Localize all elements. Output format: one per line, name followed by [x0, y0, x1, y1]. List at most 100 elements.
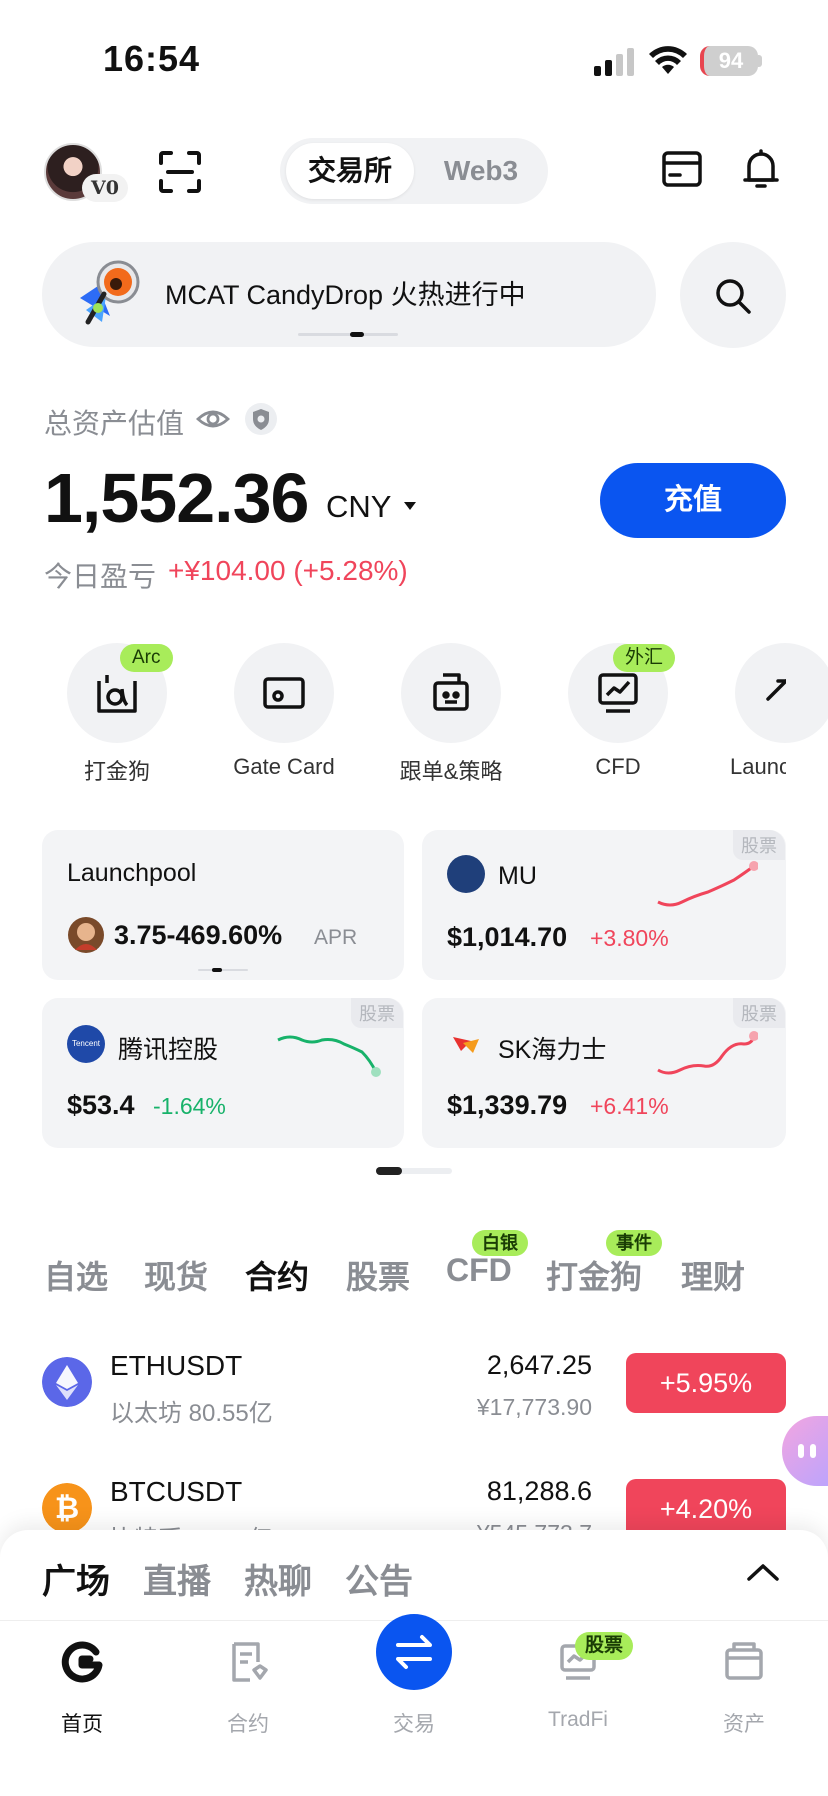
sparkline-tencent [277, 1035, 381, 1077]
launchpool-tile[interactable] [42, 830, 404, 980]
alpha-icon [97, 675, 137, 713]
banner-pagination [298, 332, 398, 337]
stock-name: 腾讯控股 [118, 1036, 219, 1064]
quick-action-tag-forex: 外汇 [613, 644, 676, 672]
candydrop-icon [80, 260, 140, 325]
last-price-cny: ¥545,773.7 [352, 1520, 592, 1530]
stock-change: -1.64% [153, 1093, 226, 1119]
card-icon [263, 677, 305, 709]
shield-icon[interactable] [244, 402, 278, 436]
last-price: 2,647.25 [486, 1350, 592, 1380]
pair-sub: 比特币 92.73亿 [110, 1519, 273, 1530]
pair-sub: 以太坊 80.55亿 [110, 1400, 273, 1427]
total-assets-label: 总资产估值 [44, 408, 185, 439]
sparkline-sk [657, 1031, 758, 1075]
launchpool-title: Launchpool [67, 859, 197, 887]
quick-action-label: 跟单&策略 [399, 759, 503, 784]
last-price-cny: ¥17,773.90 [476, 1394, 592, 1420]
quick-action-label: CFD [595, 754, 641, 779]
market-tab-alpha[interactable]: 打金狗 [546, 1252, 642, 1298]
robot-icon [433, 673, 469, 711]
stock-change: +6.41% [590, 1093, 669, 1119]
quick-action-label: Gate Card [233, 754, 335, 779]
chevron-up-icon[interactable] [746, 1562, 780, 1582]
market-row-btc[interactable]: ₿ BTCUSDT 比特币 92.73亿 81,288.6 ¥545,773.7… [0, 1466, 828, 1530]
token-avatar-icon [68, 917, 104, 953]
svg-text:₿: ₿ [55, 1491, 79, 1526]
nav-assets-label[interactable]: 资产 [684, 1708, 804, 1738]
market-tab-favorites[interactable]: 自选 [44, 1252, 108, 1298]
market-tab-stocks[interactable]: 股票 [346, 1252, 410, 1298]
battery-tip [758, 55, 762, 67]
sheet-tab-announcements[interactable]: 公告 [345, 1554, 413, 1603]
contract-icon[interactable] [226, 1640, 270, 1684]
market-tab-spot[interactable]: 现货 [144, 1252, 208, 1298]
scan-icon[interactable] [158, 150, 202, 194]
arrow-icon [766, 679, 786, 701]
nav-home-label[interactable]: 首页 [22, 1708, 142, 1738]
stock-price: $1,339.79 [447, 1090, 568, 1120]
stock-tag: 股票 [351, 998, 403, 1028]
stock-name: SK海力士 [498, 1036, 607, 1064]
eth-icon [42, 1357, 92, 1407]
total-assets-value: 1,552.36 [44, 459, 309, 537]
sk-logo-icon [453, 1037, 479, 1053]
tile-pagination [198, 968, 248, 972]
micron-logo-icon [447, 855, 485, 893]
home-icon[interactable] [60, 1640, 104, 1684]
change-badge[interactable]: +4.20% [626, 1479, 786, 1530]
change-badge[interactable]: +5.95% [626, 1353, 786, 1413]
btc-icon: ₿ [42, 1483, 92, 1530]
stock-tag: 股票 [733, 998, 785, 1028]
caret-down-icon[interactable] [402, 500, 418, 512]
deposit-button[interactable]: 充值 [600, 463, 786, 538]
currency-selector[interactable]: CNY [326, 489, 391, 525]
sheet-tab-square[interactable]: 广场 [42, 1554, 110, 1603]
chat-bot-icon [798, 1444, 816, 1458]
battery-indicator: 94 [700, 46, 758, 76]
nav-tradfi-label[interactable]: TradFi [518, 1708, 638, 1732]
status-time: 16:54 [103, 38, 201, 79]
pair-name: ETHUSDT [110, 1350, 243, 1381]
wifi-icon [649, 46, 687, 74]
vip-badge: V0 [82, 174, 128, 202]
nav-trade-label[interactable]: 交易 [354, 1708, 474, 1738]
quick-action-tag-arc: Arc [120, 644, 173, 672]
wallet-icon[interactable] [722, 1640, 766, 1684]
tab-exchange[interactable]: 交易所 [286, 143, 414, 199]
last-price: 81,288.6 [486, 1476, 592, 1506]
market-tab-cfd[interactable]: CFD [446, 1252, 512, 1289]
quick-action-label: 打金狗 [83, 759, 150, 784]
launchpool-apr: 3.75-469.60% [114, 920, 283, 950]
stock-name: MU [498, 862, 537, 890]
sheet-tab-live[interactable]: 直播 [143, 1554, 211, 1603]
market-tab-futures[interactable]: 合约 [245, 1252, 309, 1298]
stock-change: +3.80% [590, 925, 669, 951]
bell-icon[interactable] [742, 148, 780, 190]
tiles-pagination [376, 1167, 452, 1175]
pair-name: BTCUSDT [110, 1476, 243, 1507]
market-tab-earn[interactable]: 理财 [681, 1252, 745, 1298]
card-icon[interactable] [662, 150, 702, 188]
search-icon [716, 279, 751, 314]
quick-action-label: Launc [730, 754, 786, 779]
stock-price: $53.4 [67, 1090, 135, 1120]
launchpool-apr-unit: APR [314, 926, 358, 949]
tab-badge-event: 事件 [606, 1230, 662, 1256]
banner-text: MCAT CandyDrop 火热进行中 [165, 280, 526, 310]
nav-contract-label[interactable]: 合约 [188, 1708, 308, 1738]
tab-web3[interactable]: Web3 [420, 143, 542, 199]
sheet-tab-chat[interactable]: 热聊 [244, 1554, 312, 1603]
stock-price: $1,014.70 [447, 922, 568, 952]
tencent-logo-icon: Tencent [67, 1025, 105, 1063]
pnl-label: 今日盈亏 [44, 561, 157, 592]
chart-board-icon [598, 673, 638, 713]
tradfi-stock-tag: 股票 [575, 1632, 634, 1660]
pnl-value: +¥104.00 (+5.28%) [168, 555, 408, 586]
signal-icon [594, 48, 634, 76]
swap-icon [396, 1635, 432, 1669]
stock-tag: 股票 [733, 830, 785, 860]
eye-icon[interactable] [196, 404, 230, 434]
sparkline-mu [657, 861, 758, 907]
tab-badge-silver: 白银 [472, 1230, 528, 1256]
